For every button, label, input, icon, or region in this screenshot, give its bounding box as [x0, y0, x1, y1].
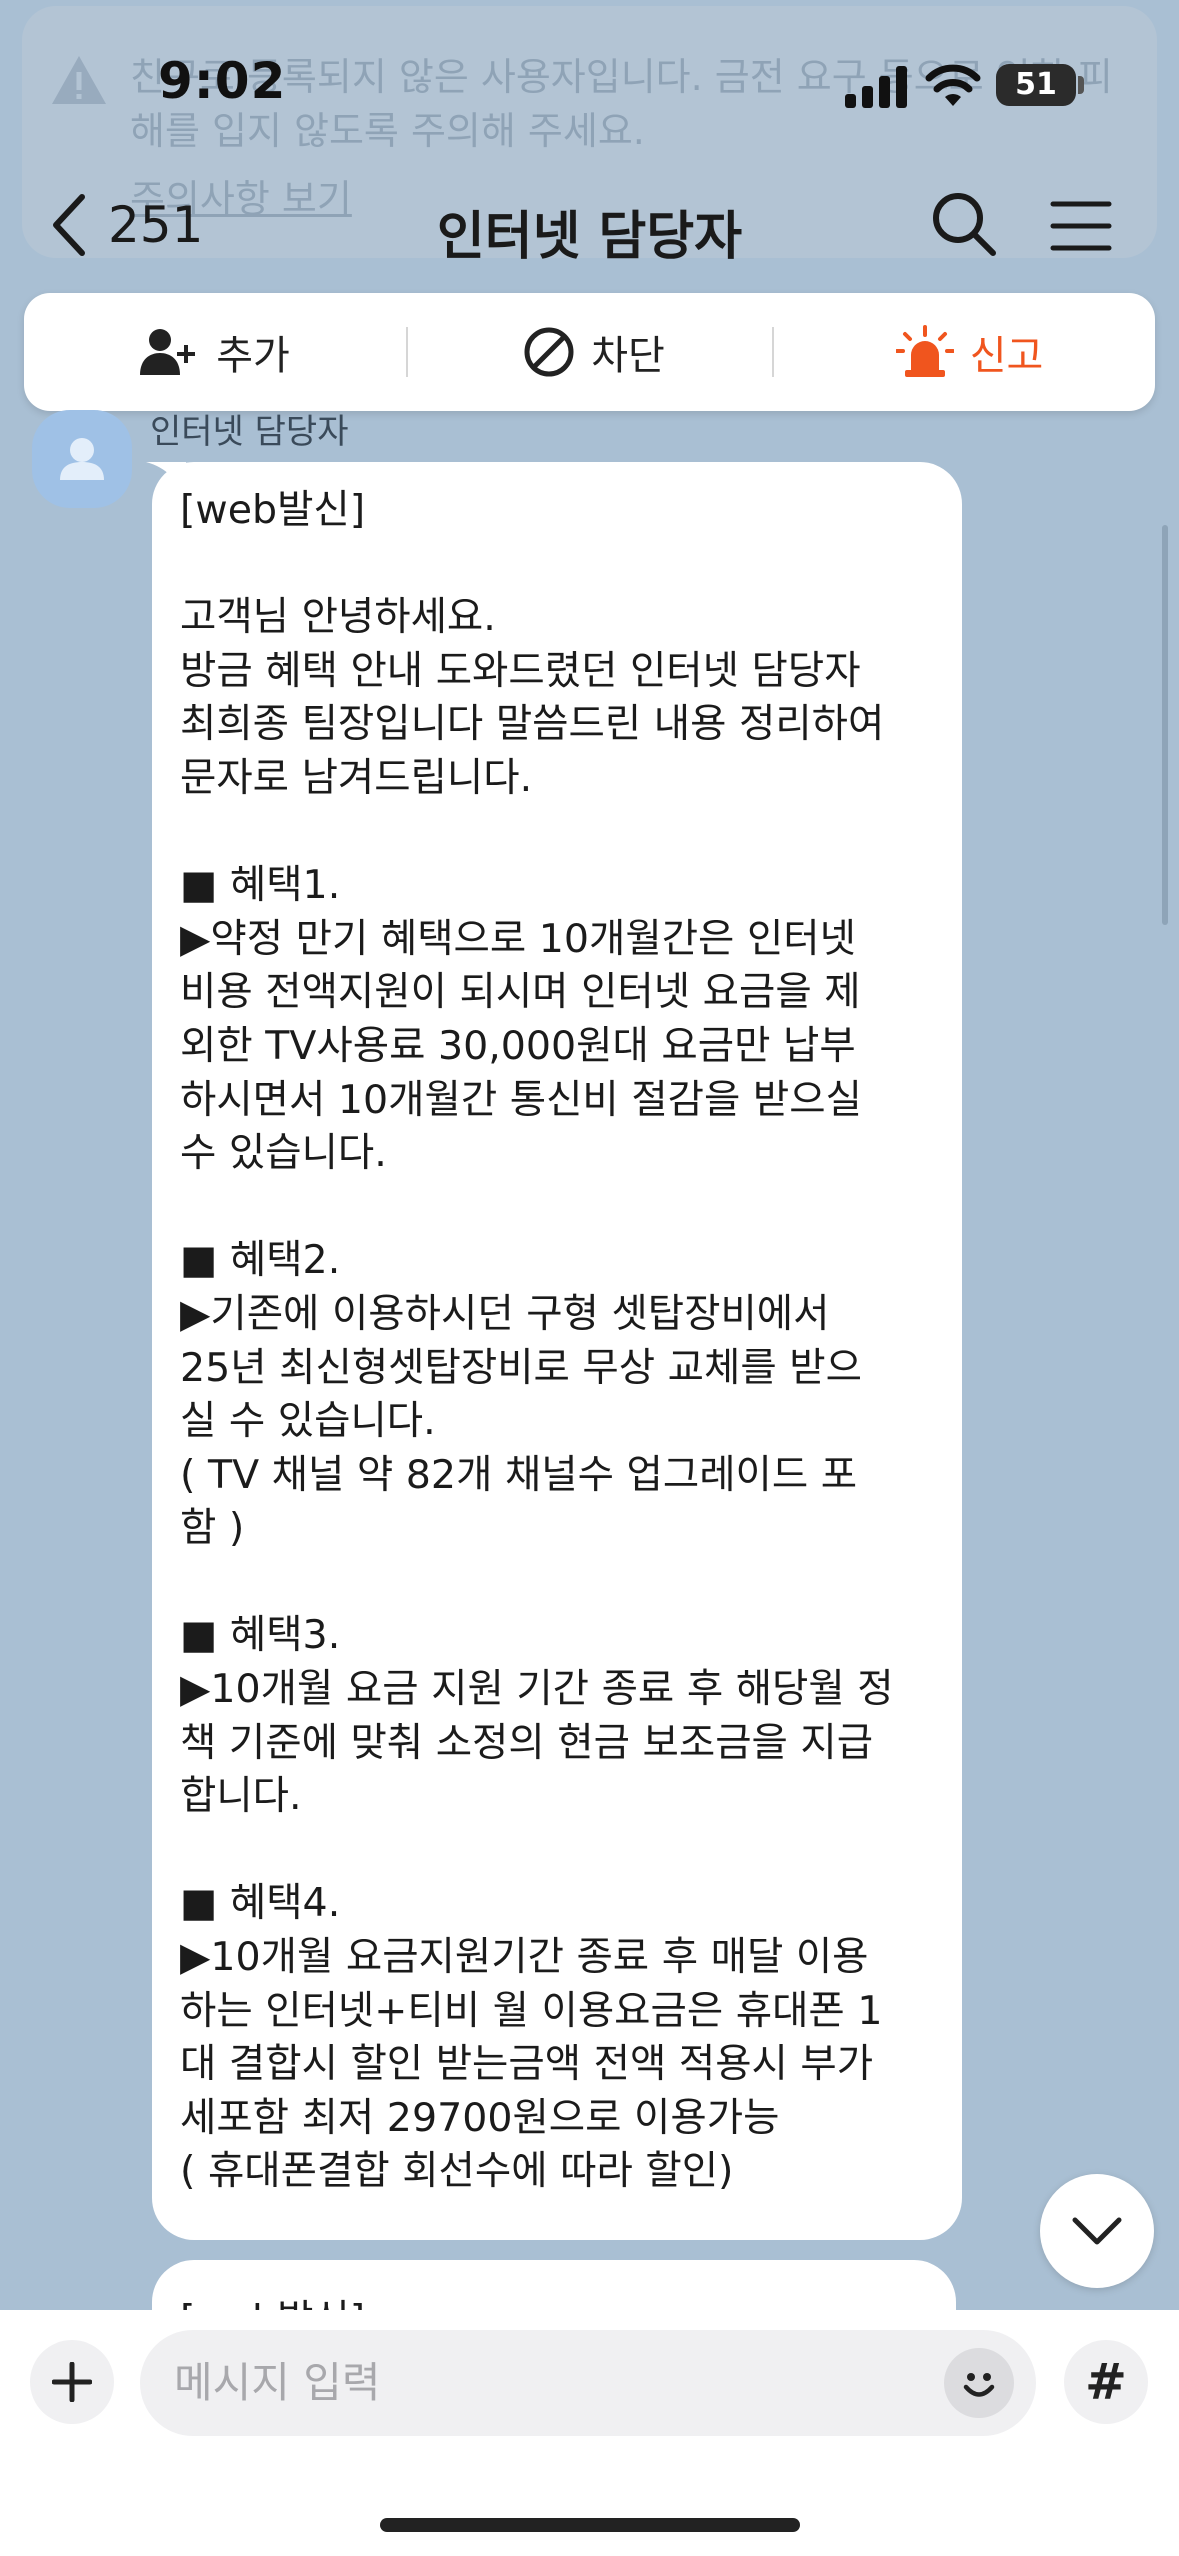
- block-button[interactable]: 차단: [404, 293, 784, 411]
- home-indicator: [380, 2518, 800, 2532]
- smiley-icon: [963, 2373, 995, 2397]
- block-icon: [524, 327, 574, 377]
- attach-button[interactable]: [30, 2340, 114, 2424]
- emoji-button[interactable]: [944, 2348, 1014, 2418]
- sender-name: 인터넷 담당자: [150, 412, 349, 452]
- block-label: 차단: [591, 333, 665, 379]
- avatar[interactable]: [32, 410, 132, 508]
- siren-icon: [895, 325, 954, 377]
- add-friend-button[interactable]: 추가: [24, 293, 404, 411]
- status-time: 9:02: [158, 52, 287, 110]
- search-icon[interactable]: [930, 190, 998, 258]
- cellular-signal-icon: [845, 66, 907, 108]
- menu-icon[interactable]: [1050, 198, 1112, 254]
- warning-icon: [52, 56, 106, 104]
- scroll-to-bottom-button[interactable]: [1040, 2174, 1154, 2288]
- default-profile-icon: [60, 438, 104, 480]
- chevron-down-icon: [1072, 2217, 1122, 2245]
- report-button[interactable]: 신고: [784, 293, 1155, 411]
- message-input[interactable]: 메시지 입력: [140, 2330, 1036, 2436]
- wifi-icon: [925, 64, 981, 106]
- add-label: 추가: [216, 333, 290, 379]
- message-text: [web발신] 고객님 안녕하세요. 방금 혜택 안내 도와드렸던 인터넷 담당…: [180, 487, 894, 2195]
- action-bar: 추가 차단 신고: [24, 293, 1155, 411]
- scrollbar[interactable]: [1162, 525, 1168, 925]
- chat-title: 인터넷 담당자: [436, 207, 743, 267]
- battery-level: 51: [1015, 67, 1057, 102]
- add-person-icon: [140, 329, 196, 375]
- hashtag-button[interactable]: #: [1064, 2340, 1148, 2424]
- message-input-placeholder: 메시지 입력: [174, 2358, 381, 2407]
- plus-icon: [52, 2362, 92, 2402]
- battery-tip: [1078, 76, 1084, 94]
- battery-indicator: 51: [996, 64, 1076, 106]
- divider: [772, 327, 774, 377]
- report-label: 신고: [969, 333, 1044, 379]
